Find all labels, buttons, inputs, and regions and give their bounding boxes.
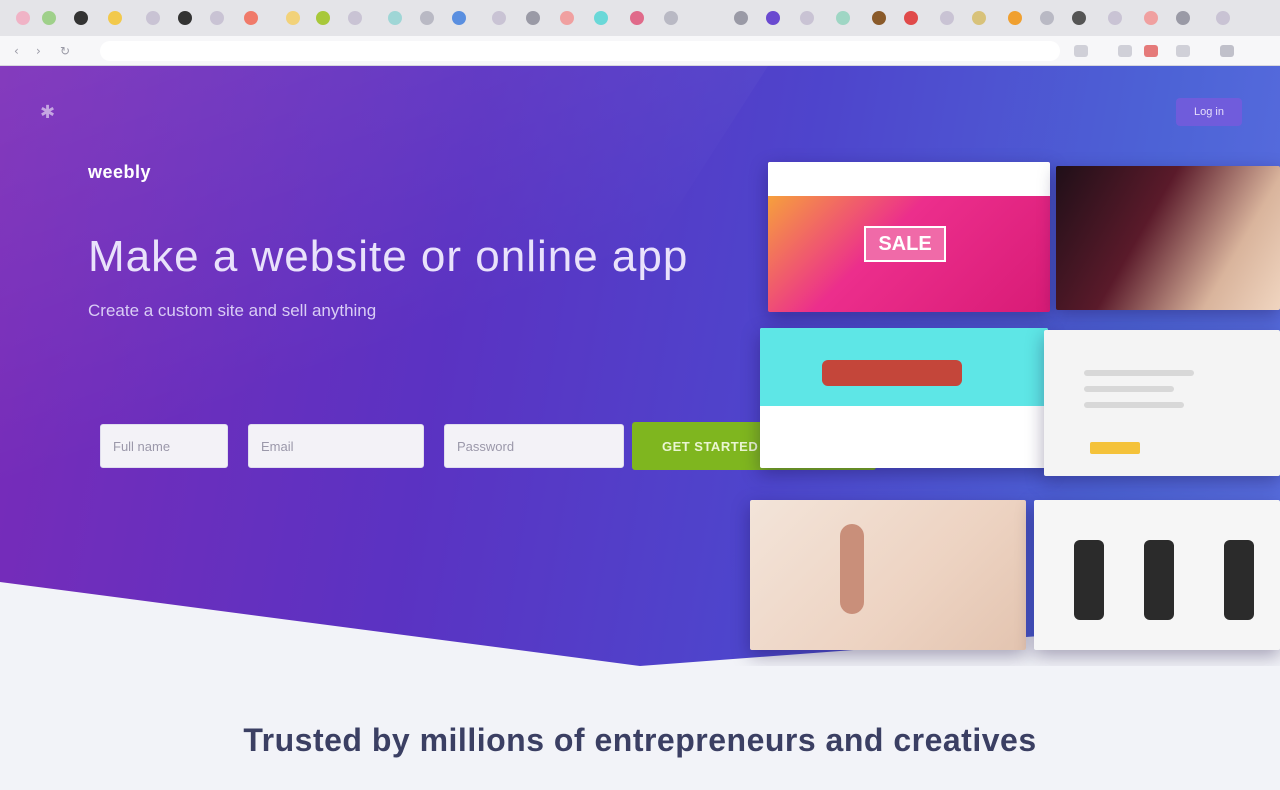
email-field[interactable]	[248, 424, 424, 468]
extension-icon[interactable]	[1144, 45, 1158, 57]
tab-favicon[interactable]	[766, 11, 780, 25]
browser-tab-strip	[0, 0, 1280, 36]
template-thumbnail[interactable]	[760, 328, 1048, 468]
full-name-field[interactable]	[100, 424, 228, 468]
template-thumbnail[interactable]	[1056, 166, 1280, 310]
tab-favicon[interactable]	[1008, 11, 1022, 25]
tab-favicon[interactable]	[348, 11, 362, 25]
tab-favicon[interactable]	[630, 11, 644, 25]
extension-icon[interactable]	[1074, 45, 1088, 57]
tab-favicon[interactable]	[420, 11, 434, 25]
tab-favicon[interactable]	[1040, 11, 1054, 25]
tab-favicon[interactable]	[178, 11, 192, 25]
extension-icon[interactable]	[1118, 45, 1132, 57]
forward-icon[interactable]: ›	[36, 45, 48, 57]
tab-favicon[interactable]	[664, 11, 678, 25]
extension-icon[interactable]	[1220, 45, 1234, 57]
tab-favicon[interactable]	[452, 11, 466, 25]
address-bar[interactable]	[100, 41, 1060, 61]
tab-favicon[interactable]	[108, 11, 122, 25]
tab-favicon[interactable]	[940, 11, 954, 25]
password-field[interactable]	[444, 424, 624, 468]
tab-favicon[interactable]	[594, 11, 608, 25]
tab-favicon[interactable]	[972, 11, 986, 25]
template-figure	[1144, 540, 1174, 620]
tab-favicon[interactable]	[1144, 11, 1158, 25]
menu-icon[interactable]: ✱	[40, 102, 62, 124]
tab-favicon[interactable]	[244, 11, 258, 25]
hero-subhead: Create a custom site and sell anything	[88, 301, 377, 320]
template-button	[1090, 442, 1140, 454]
reload-icon[interactable]: ↻	[60, 45, 72, 57]
login-button[interactable]: Log in	[1176, 98, 1242, 126]
tab-favicon[interactable]	[872, 11, 886, 25]
hero-section: ✱ Log in weebly Make a website or online…	[0, 66, 1280, 666]
tab-favicon[interactable]	[1108, 11, 1122, 25]
template-figure	[1224, 540, 1254, 620]
template-figure	[840, 524, 864, 614]
template-graphic	[822, 360, 962, 386]
tab-favicon[interactable]	[526, 11, 540, 25]
tab-favicon[interactable]	[1216, 11, 1230, 25]
template-text-line	[1084, 370, 1194, 376]
tab-favicon[interactable]	[74, 11, 88, 25]
tab-favicon[interactable]	[560, 11, 574, 25]
template-thumbnail[interactable]	[1044, 330, 1280, 476]
template-thumbnail[interactable]: SALE	[768, 162, 1050, 312]
extension-icon[interactable]	[1176, 45, 1190, 57]
template-header	[768, 162, 1050, 196]
tab-favicon[interactable]	[42, 11, 56, 25]
tab-favicon[interactable]	[1072, 11, 1086, 25]
tab-favicon[interactable]	[904, 11, 918, 25]
tab-favicon[interactable]	[388, 11, 402, 25]
tab-favicon[interactable]	[286, 11, 300, 25]
template-figure	[1074, 540, 1104, 620]
template-text-line	[1084, 402, 1184, 408]
back-icon[interactable]: ‹	[14, 45, 26, 57]
tab-favicon[interactable]	[800, 11, 814, 25]
trusted-heading: Trusted by millions of entrepreneurs and…	[243, 722, 1037, 758]
tab-favicon[interactable]	[492, 11, 506, 25]
logo[interactable]: weebly	[88, 162, 151, 183]
tab-favicon[interactable]	[316, 11, 330, 25]
template-text-line	[1084, 386, 1174, 392]
tab-favicon[interactable]	[210, 11, 224, 25]
tab-favicon[interactable]	[1176, 11, 1190, 25]
tab-favicon[interactable]	[16, 11, 30, 25]
template-sale-badge: SALE	[864, 226, 946, 262]
hero-headline: Make a website or online app	[88, 232, 689, 281]
tab-favicon[interactable]	[836, 11, 850, 25]
tab-favicon[interactable]	[146, 11, 160, 25]
template-thumbnail[interactable]	[750, 500, 1026, 650]
tab-favicon[interactable]	[734, 11, 748, 25]
template-thumbnail[interactable]	[1034, 500, 1280, 650]
